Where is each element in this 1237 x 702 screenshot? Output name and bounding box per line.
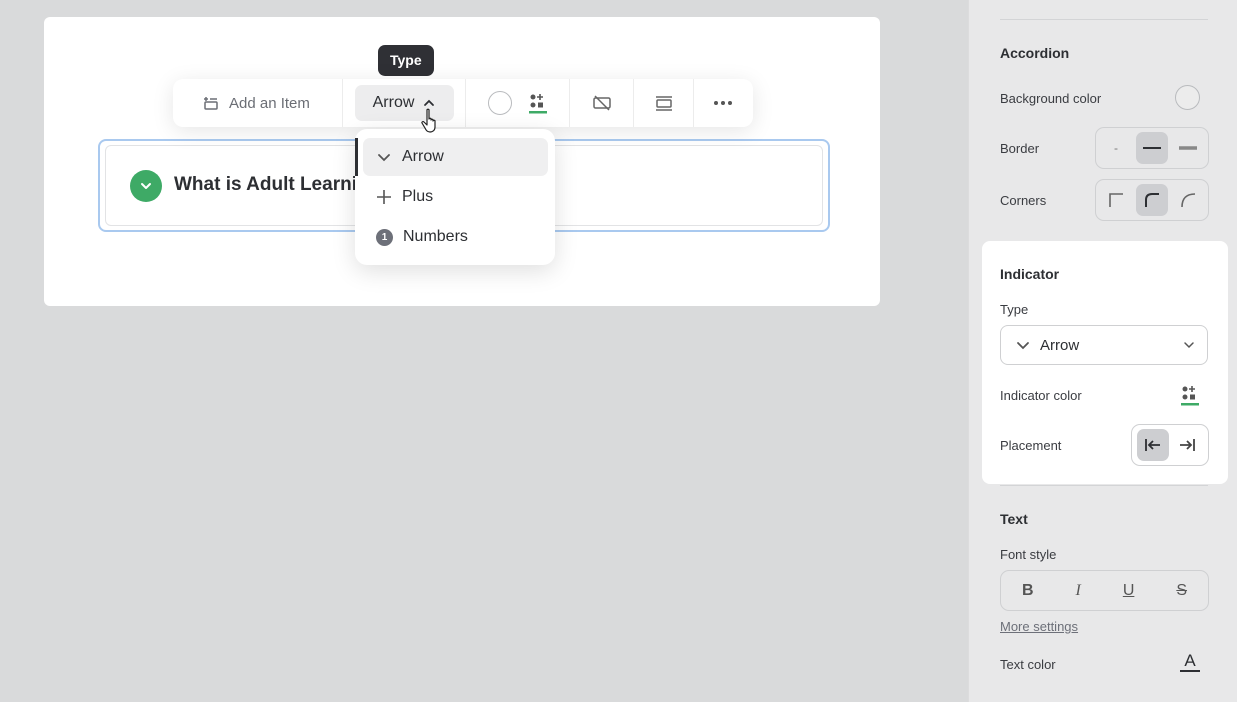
corners-selector — [1095, 179, 1209, 221]
add-item-label: Add an Item — [229, 94, 310, 112]
font-style-label: Font style — [1000, 547, 1057, 562]
indicator-color-label: Indicator color — [1000, 388, 1082, 403]
hide-border-icon — [592, 95, 611, 111]
plus-icon — [377, 190, 391, 204]
line-thin-icon — [1143, 147, 1161, 149]
placement-right-option[interactable] — [1171, 429, 1203, 461]
panel-divider — [1000, 19, 1208, 20]
menu-item-arrow[interactable]: Arrow — [363, 138, 548, 176]
background-color-swatch[interactable] — [1175, 85, 1200, 110]
align-right-arrow-icon — [1180, 439, 1195, 451]
text-section-heading: Text — [1000, 511, 1028, 527]
accordion-section-heading: Accordion — [1000, 45, 1070, 61]
menu-item-label: Plus — [402, 188, 434, 205]
underline-button[interactable]: U — [1123, 582, 1135, 600]
corner-medium-option[interactable] — [1136, 184, 1168, 216]
font-style-selector: B I U S — [1000, 570, 1209, 611]
hand-cursor-icon — [421, 108, 436, 133]
corner-square-icon — [1109, 193, 1123, 207]
text-color-button[interactable]: A — [1180, 652, 1200, 672]
panel-divider — [1000, 485, 1208, 486]
corner-square-option[interactable] — [1100, 184, 1132, 216]
menu-item-numbers[interactable]: 1 Numbers — [363, 218, 548, 256]
indicator-color-icon[interactable] — [1180, 384, 1200, 406]
type-dropdown-menu: Arrow Plus 1 Numbers — [355, 129, 555, 265]
menu-item-label: Arrow — [402, 148, 444, 165]
indicator-color-icon[interactable] — [528, 92, 548, 114]
color-segment — [466, 79, 570, 127]
placement-selector — [1131, 424, 1209, 466]
placement-label: Placement — [1000, 438, 1062, 453]
add-item-button[interactable]: Add an Item — [173, 79, 343, 127]
indicator-section-heading: Indicator — [1000, 266, 1060, 282]
background-color-button[interactable] — [487, 91, 512, 115]
accordion-indicator[interactable] — [130, 170, 162, 202]
border-selector: - — [1095, 127, 1209, 169]
text-color-label: Text color — [1000, 657, 1056, 672]
indicator-type-select[interactable]: Arrow — [1000, 325, 1208, 365]
border-label: Border — [1000, 141, 1040, 156]
chevron-down-icon — [1017, 342, 1029, 350]
corner-round-option[interactable] — [1172, 184, 1204, 216]
select-caret-icon — [1184, 342, 1194, 349]
corners-label: Corners — [1000, 193, 1047, 208]
type-select-value: Arrow — [1040, 336, 1080, 354]
background-color-label: Background color — [1000, 91, 1102, 106]
corner-round-icon — [1181, 193, 1196, 208]
type-tooltip: Type — [378, 45, 434, 76]
italic-button[interactable]: I — [1076, 582, 1081, 600]
border-thick-option[interactable] — [1172, 132, 1204, 164]
chevron-down-icon — [378, 154, 390, 162]
menu-item-label: Numbers — [403, 228, 468, 245]
type-field-label: Type — [1000, 302, 1029, 317]
layout-button[interactable] — [634, 79, 694, 127]
placement-left-option[interactable] — [1137, 429, 1169, 461]
number-one-icon: 1 — [376, 228, 393, 246]
border-none-option[interactable]: - — [1100, 132, 1132, 164]
layout-icon — [655, 96, 672, 111]
more-icon — [714, 101, 732, 105]
type-segment: Arrow — [343, 79, 466, 127]
type-button-label: Arrow — [372, 94, 415, 111]
line-thick-icon — [1179, 146, 1197, 150]
hide-border-button[interactable] — [570, 79, 634, 127]
strikethrough-button[interactable]: S — [1176, 582, 1187, 600]
more-settings-link[interactable]: More settings — [1000, 619, 1078, 634]
add-item-icon — [204, 97, 218, 110]
menu-item-plus[interactable]: Plus — [363, 178, 548, 216]
floating-toolbar: Add an Item Arrow — [173, 79, 753, 127]
border-thin-option[interactable] — [1136, 132, 1168, 164]
chevron-down-icon — [141, 183, 151, 189]
corner-rounded-icon — [1145, 193, 1159, 207]
more-options-button[interactable] — [694, 79, 752, 127]
align-left-arrow-icon — [1145, 439, 1160, 451]
accordion-item-title[interactable]: What is Adult Learni — [174, 174, 357, 196]
bold-button[interactable]: B — [1022, 582, 1034, 600]
menu-left-indicator — [355, 138, 358, 176]
